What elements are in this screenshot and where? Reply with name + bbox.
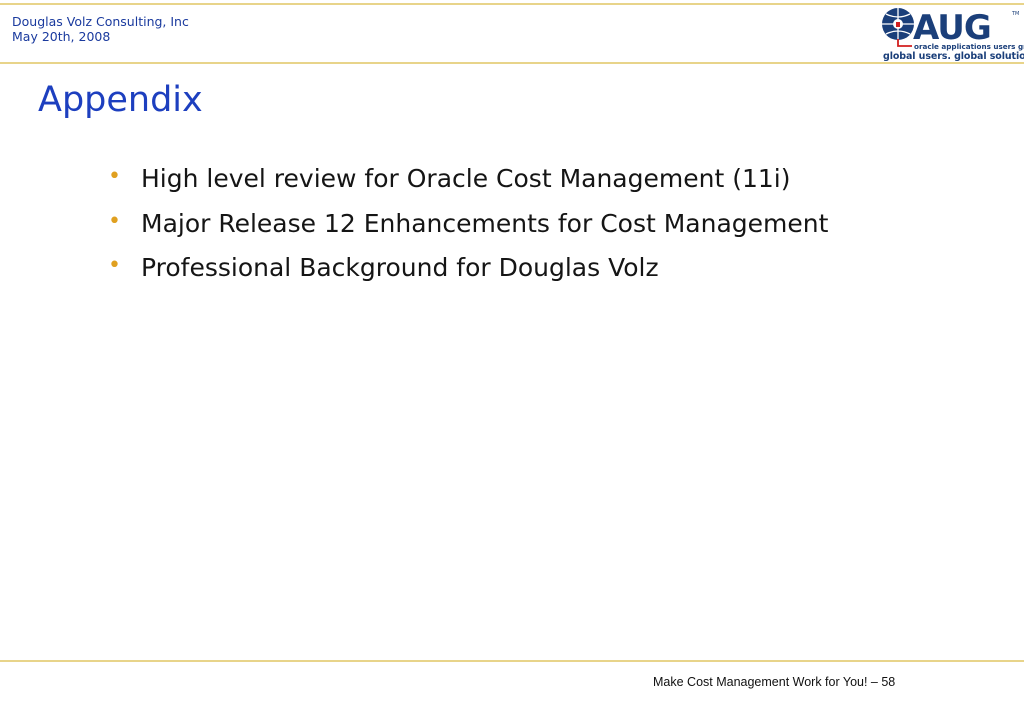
oaug-logo-globe [882, 8, 914, 47]
header-top-rule [0, 3, 1024, 5]
slide-title: Appendix [38, 80, 203, 120]
bullet-dot: • [108, 253, 121, 278]
oaug-logo-tagline: global users. global solutions. [883, 51, 1024, 62]
company-name: Douglas Volz Consulting, Inc [12, 14, 189, 29]
bullet-text: High level review for Oracle Cost Manage… [141, 164, 791, 193]
presentation-date: May 20th, 2008 [12, 28, 111, 44]
bullet-dot: • [108, 164, 121, 189]
oaug-logo-trademark: TM [1011, 11, 1019, 17]
oaug-logo-subtitle: oracle applications users group [914, 42, 1024, 51]
header-text: Douglas Volz Consulting, Inc May 20th, 2… [12, 14, 189, 44]
header-bottom-rule [0, 62, 1024, 64]
bullet-text: Professional Background for Douglas Volz [141, 253, 659, 282]
footer-text: Make Cost Management Work for You! – 58 [653, 675, 896, 689]
footer-rule [0, 660, 1024, 662]
bullet-dot: • [108, 208, 121, 234]
bullet-text: Major Release 12 Enhancements for Cost M… [141, 208, 829, 238]
